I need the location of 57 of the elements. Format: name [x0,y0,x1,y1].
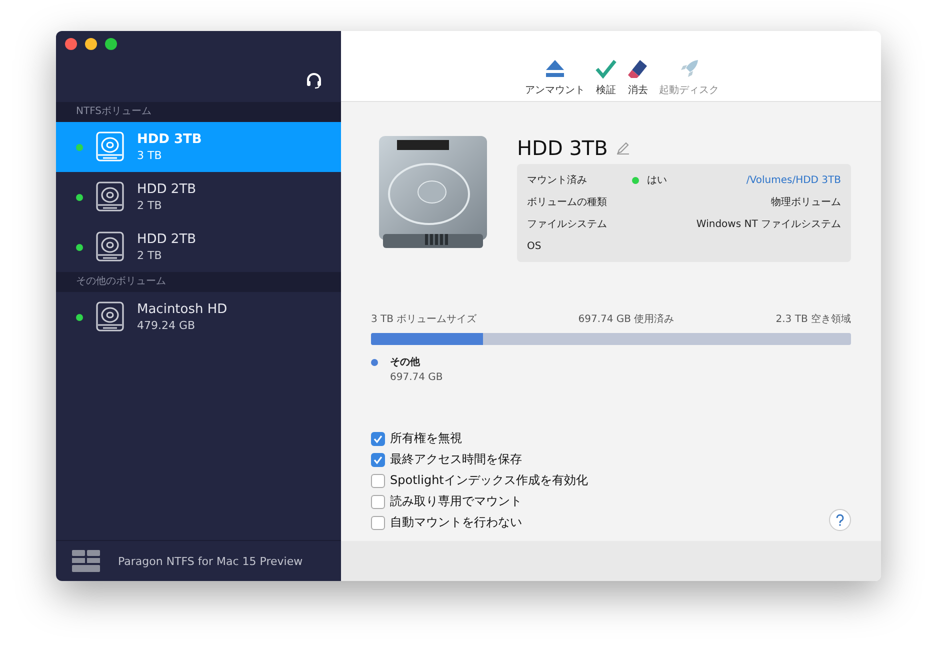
verify-button[interactable]: 検証 [595,58,617,97]
hard-drive-icon [95,231,125,263]
info-value: 物理ボリューム [771,196,841,209]
pencil-icon[interactable] [616,141,630,155]
rocket-icon [678,58,700,80]
info-label: OS [527,240,542,252]
info-label: ファイルシステム [527,218,608,231]
info-value: Windows NT ファイルシステム [696,218,841,231]
status-value: はい [647,174,667,187]
question-mark-icon [835,514,845,526]
close-button[interactable] [65,38,77,50]
volume-size: 479.24 GB [137,319,196,332]
drive-icon [72,550,100,572]
info-label: マウント済み [527,174,588,187]
hard-drive-icon [95,301,125,333]
free-space-label: 2.3 TB 空き領域 [776,312,851,326]
mount-path-link[interactable]: /Volumes/HDD 3TB [746,174,841,186]
option-label: 所有権を無視 [390,430,462,447]
legend-name: その他 [390,356,421,369]
erase-button[interactable]: 消去 [627,58,649,97]
volume-item[interactable]: Macintosh HD 479.24 GB [56,292,341,342]
volume-size: 3 TB [137,149,163,162]
volume-name: Macintosh HD [137,302,228,317]
checkbox[interactable] [371,516,385,530]
section-header: NTFSボリューム [56,102,341,122]
volume-item[interactable]: HDD 2TB 2 TB [56,172,341,222]
volume-name: HDD 2TB [137,182,196,197]
volume-name: HDD 3TB [137,132,202,147]
volume-size-label: 3 TB ボリュームサイズ [371,313,477,326]
volume-size: 2 TB [137,199,163,212]
checkbox[interactable] [371,432,385,446]
hard-drive-icon [95,181,125,213]
checkmark-icon [595,58,617,80]
zoom-button[interactable] [105,38,117,50]
option-label: 自動マウントを行わない [390,514,522,531]
volume-title: HDD 3TB [517,136,608,160]
used-space-label: 697.74 GB 使用済み [578,312,674,326]
checkbox[interactable] [371,494,385,508]
eraser-icon [627,58,649,80]
option-label: 読み取り専用でマウント [390,493,522,510]
volume-size: 2 TB [137,249,163,262]
section-header: その他のボリューム [56,272,341,292]
app-version-label: Paragon NTFS for Mac 15 Preview [118,554,303,568]
eject-button[interactable]: アンマウント [525,58,585,97]
minimize-button[interactable] [85,38,97,50]
option-label: Spotlightインデックス作成を有効化 [390,472,588,489]
eject-icon [544,58,566,80]
headset-icon[interactable] [305,71,323,89]
hard-drive-icon [95,131,125,163]
option-label: 最終アクセス時間を保存 [390,451,522,468]
checkbox[interactable] [371,452,385,466]
volume-name: HDD 2TB [137,232,196,247]
volume-item[interactable]: HDD 2TB 2 TB [56,222,341,272]
help-button[interactable] [829,509,851,531]
legend-value: 697.74 GB [390,372,443,383]
info-label: ボリュームの種類 [527,196,608,209]
checkbox[interactable] [371,474,385,488]
